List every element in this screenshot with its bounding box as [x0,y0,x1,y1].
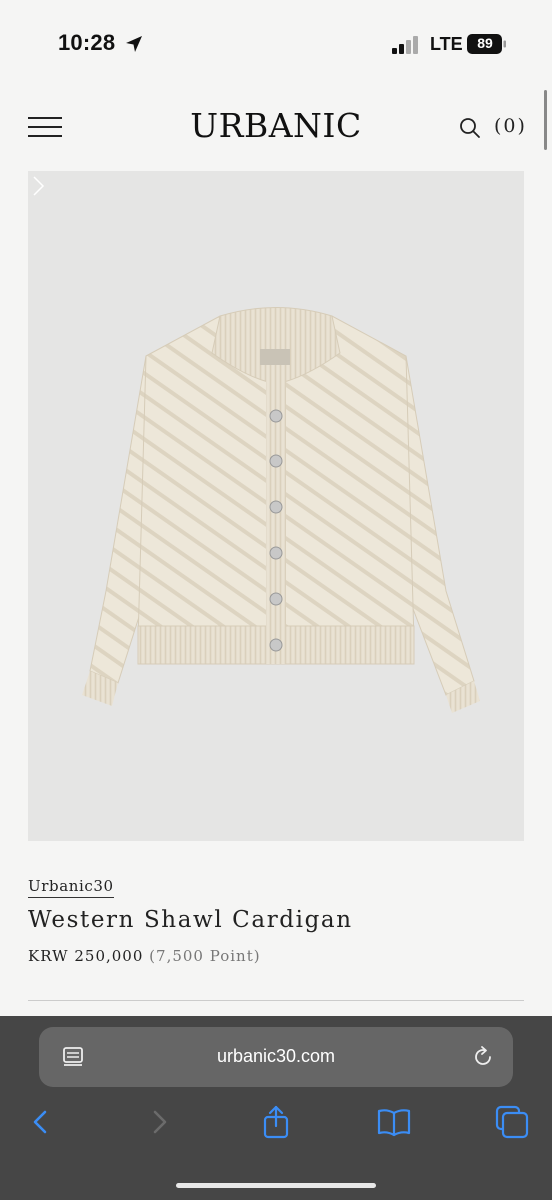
hamburger-menu-icon[interactable] [28,114,62,140]
url-text[interactable]: urbanic30.com [39,1046,513,1067]
network-label: LTE [430,34,463,54]
price-value: KRW 250,000 [28,947,144,965]
status-bar: 10:28 LTE 89 [0,0,552,90]
product-title: Western Shawl Cardigan [28,907,353,933]
product-brand-link[interactable]: Urbanic30 [28,877,114,898]
product-price: KRW 250,000 (7,500 Point) [28,947,261,965]
price-points: (7,500 Point) [149,947,261,965]
cardigan-image [82,307,480,713]
bookmarks-icon[interactable] [376,1104,412,1140]
divider [28,1000,524,1001]
scroll-indicator [544,90,547,150]
status-time: 10:28 [58,30,116,55]
tabs-icon[interactable] [494,1104,530,1140]
forward-icon[interactable] [142,1104,178,1140]
product-image[interactable] [28,171,524,841]
next-image-arrow-icon[interactable] [28,171,48,201]
signal-icon [392,36,418,54]
location-arrow-icon [126,36,142,52]
home-indicator[interactable] [176,1183,376,1188]
back-icon[interactable] [22,1104,58,1140]
cart-count[interactable]: (0) [494,115,527,137]
share-icon[interactable] [258,1104,294,1140]
search-icon[interactable] [459,117,481,139]
site-logo[interactable]: URBANIC [176,106,376,145]
battery-level: 89 [477,35,493,51]
reload-icon[interactable] [471,1045,495,1069]
